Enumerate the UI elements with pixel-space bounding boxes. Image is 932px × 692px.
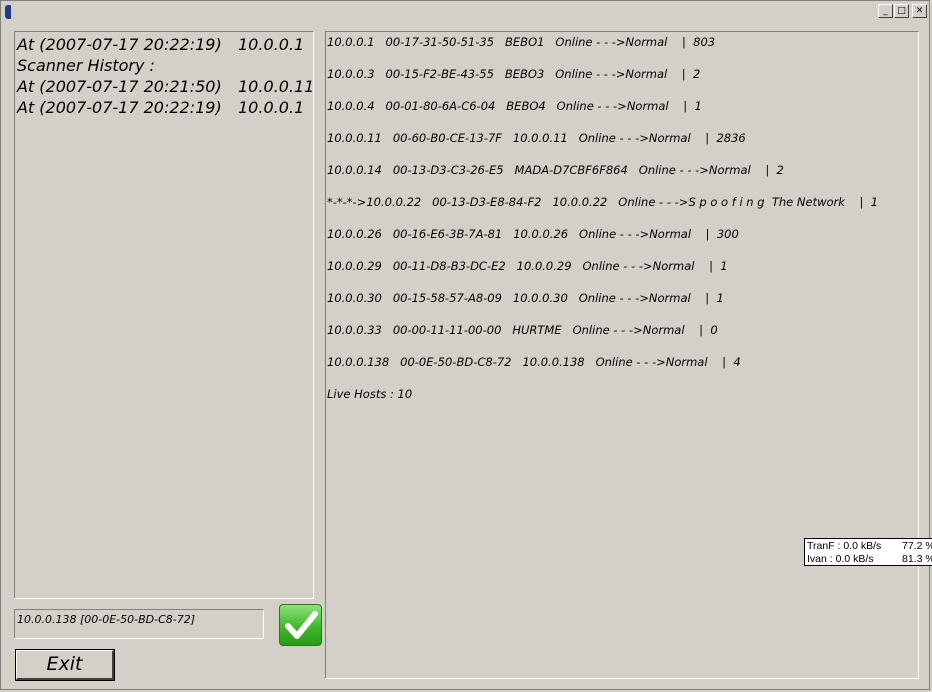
main-window: _ □ ✕ At (2007-07-17 20:22:19) 10.0.0.1 …: [0, 0, 932, 690]
check-icon: [285, 611, 318, 639]
app-icon: [5, 5, 11, 19]
history-timestamp: At (2007-07-17 20:21:50): [17, 77, 222, 96]
host-row: 10.0.0.33 00-00-11-11-00-00 HURTME Onlin…: [327, 323, 718, 337]
host-row: 10.0.0.4 00-01-80-6A-C6-04 BEBO4 Online …: [327, 99, 702, 113]
history-timestamp: At (2007-07-17 20:22:19): [17, 98, 222, 117]
close-button[interactable]: ✕: [912, 4, 927, 18]
live-hosts-summary: Live Hosts : 10: [327, 387, 413, 401]
confirm-button[interactable]: [279, 604, 322, 646]
scanner-history-panel[interactable]: At (2007-07-17 20:22:19) 10.0.0.1 Scanne…: [14, 31, 314, 599]
host-row: 10.0.0.26 00-16-E6-3B-7A-81 10.0.0.26 On…: [327, 227, 739, 241]
history-ip: 10.0.0.1: [238, 98, 305, 117]
selected-host-field[interactable]: 10.0.0.138 [00-0E-50-BD-C8-72]: [14, 609, 264, 639]
minimize-button[interactable]: _: [878, 4, 893, 18]
tooltip-percent: 77.2 %: [902, 540, 932, 552]
tooltip-row: Ivan : 0.0 kB/s 81.3 %: [807, 553, 932, 566]
tooltip-label: Ivan : 0.0 kB/s: [807, 553, 874, 565]
scan-results-panel[interactable]: 10.0.0.1 00-17-31-50-51-35 BEBO1 Online …: [325, 31, 919, 679]
history-ip: 10.0.0.1: [238, 35, 305, 54]
exit-button[interactable]: Exit: [15, 649, 115, 681]
host-row: 10.0.0.3 00-15-F2-BE-43-55 BEBO3 Online …: [327, 67, 701, 81]
history-ip: 10.0.0.11: [238, 77, 315, 96]
host-row: 10.0.0.14 00-13-D3-C3-26-E5 MADA-D7CBF6F…: [327, 163, 784, 177]
network-monitor-tooltip: TranF : 0.0 kB/s 77.2 % Ivan : 0.0 kB/s …: [804, 538, 932, 566]
host-row: 10.0.0.30 00-15-58-57-A8-09 10.0.0.30 On…: [327, 291, 724, 305]
title-bar: _ □ ✕: [3, 3, 927, 21]
tooltip-row: TranF : 0.0 kB/s 77.2 %: [807, 540, 932, 553]
history-timestamp: At (2007-07-17 20:22:19): [17, 35, 222, 54]
tooltip-label: TranF : 0.0 kB/s: [807, 540, 882, 552]
host-row-spoofing: *-*-*->10.0.0.22 00-13-D3-E8-84-F2 10.0.…: [327, 195, 879, 209]
host-row: 10.0.0.1 00-17-31-50-51-35 BEBO1 Online …: [327, 35, 716, 49]
host-row: 10.0.0.138 00-0E-50-BD-C8-72 10.0.0.138 …: [327, 355, 741, 369]
host-row: 10.0.0.29 00-11-D8-B3-DC-E2 10.0.0.29 On…: [327, 259, 728, 273]
history-heading-text: Scanner History :: [17, 56, 155, 75]
maximize-button[interactable]: □: [894, 4, 909, 18]
host-row: 10.0.0.11 00-60-B0-CE-13-7F 10.0.0.11 On…: [327, 131, 746, 145]
tooltip-percent: 81.3 %: [902, 553, 932, 565]
